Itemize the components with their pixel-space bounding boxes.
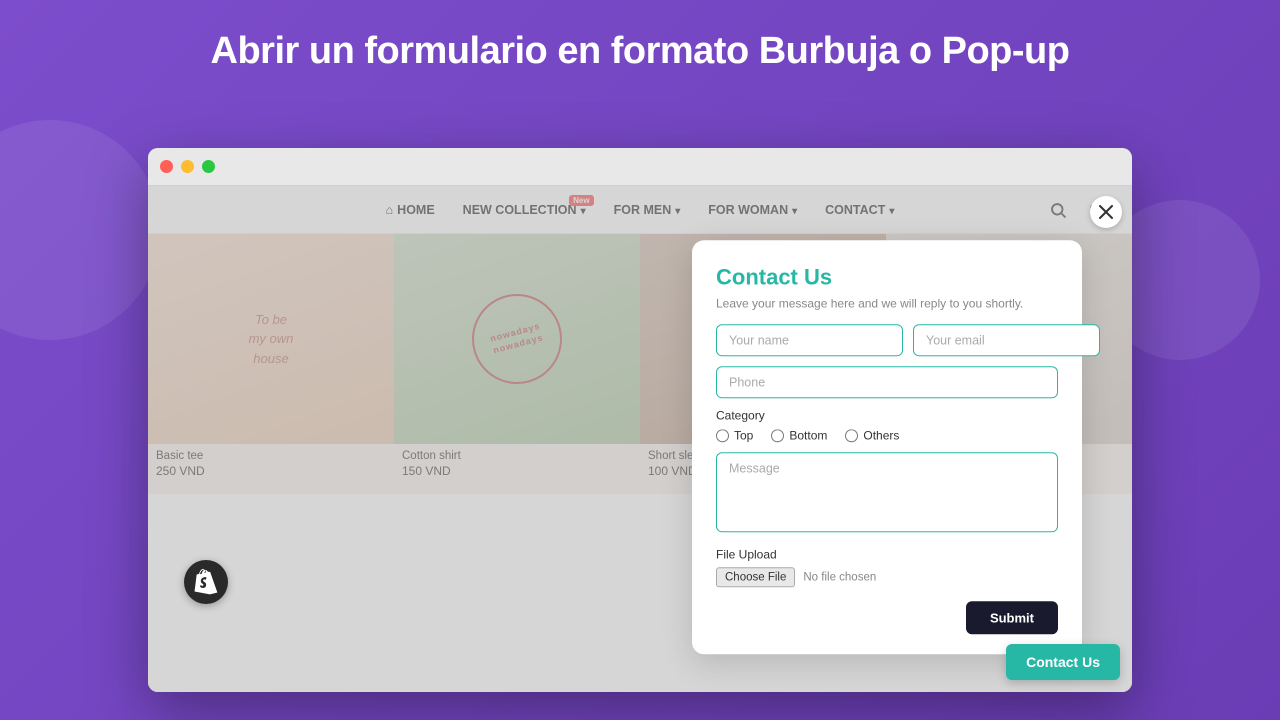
no-file-text: No file chosen	[803, 571, 876, 583]
modal-close-button[interactable]	[1090, 196, 1122, 228]
name-email-row	[716, 324, 1058, 356]
category-options: Top Bottom Others	[716, 428, 1058, 442]
modal-footer: Submit	[716, 601, 1058, 634]
message-textarea[interactable]	[716, 452, 1058, 532]
contact-modal: Contact Us Leave your message here and w…	[692, 240, 1082, 654]
name-input[interactable]	[716, 324, 903, 356]
category-bottom[interactable]: Bottom	[771, 428, 827, 442]
contact-us-button[interactable]: Contact Us	[1006, 644, 1120, 680]
file-upload-label: File Upload	[716, 547, 1058, 561]
category-label: Category	[716, 408, 1058, 422]
browser-window: ⌂ HOME NEW COLLECTION New FOR MEN FOR WO…	[148, 148, 1132, 692]
dot-green[interactable]	[202, 160, 215, 173]
category-top[interactable]: Top	[716, 428, 753, 442]
dot-yellow[interactable]	[181, 160, 194, 173]
modal-title: Contact Us	[716, 264, 1058, 290]
submit-button[interactable]: Submit	[966, 601, 1058, 634]
category-radio-bottom[interactable]	[771, 429, 784, 442]
shopify-bubble-button[interactable]	[184, 560, 228, 604]
browser-chrome	[148, 148, 1132, 186]
choose-file-button[interactable]: Choose File	[716, 567, 795, 587]
modal-subtitle: Leave your message here and we will repl…	[716, 296, 1058, 310]
email-input[interactable]	[913, 324, 1100, 356]
file-upload-row: Choose File No file chosen	[716, 567, 1058, 587]
category-radio-top[interactable]	[716, 429, 729, 442]
store-content: ⌂ HOME NEW COLLECTION New FOR MEN FOR WO…	[148, 186, 1132, 692]
category-radio-others[interactable]	[845, 429, 858, 442]
page-title: Abrir un formulario en formato Burbuja o…	[0, 30, 1280, 73]
phone-input[interactable]	[716, 366, 1058, 398]
dot-red[interactable]	[160, 160, 173, 173]
category-others[interactable]: Others	[845, 428, 899, 442]
